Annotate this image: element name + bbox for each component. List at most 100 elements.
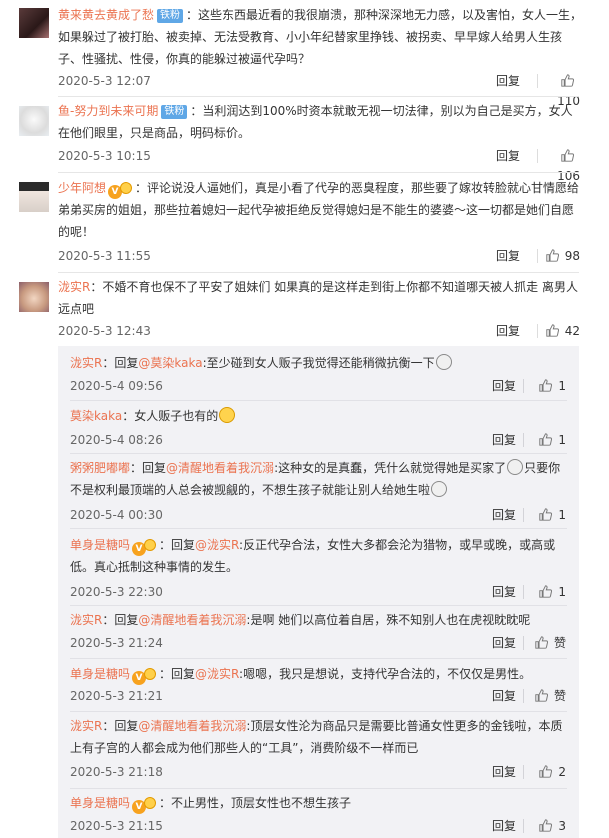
- reply-meta: 2020-5-3 21:15 回复 3: [70, 816, 566, 836]
- username-link[interactable]: 鱼-努力到未来可期: [58, 104, 158, 118]
- reply-meta: 2020-5-4 08:26 回复 1: [70, 430, 566, 450]
- avatar[interactable]: [19, 282, 49, 312]
- like-button[interactable]: 2: [528, 762, 566, 782]
- divider: [523, 636, 524, 650]
- reply-button[interactable]: 回复: [492, 582, 516, 602]
- mention-link[interactable]: @莫染kaka: [138, 356, 202, 370]
- timestamp: 2020-5-3 21:18: [70, 765, 163, 779]
- like-count: 1: [558, 379, 566, 393]
- like-button[interactable]: 1: [528, 505, 566, 525]
- comment-body: 不婚不育也保不了平安了姐妹们 如果真的是这样走到街上你都不知道哪天被人抓走 离男…: [58, 280, 578, 316]
- avatar[interactable]: [19, 182, 49, 212]
- username-link[interactable]: 泷实R: [70, 719, 102, 733]
- thumbs-up-icon: [539, 379, 553, 392]
- divider: [70, 605, 567, 606]
- like-button[interactable]: 1: [528, 430, 566, 450]
- reply-button[interactable]: 回复: [492, 505, 516, 525]
- like-button[interactable]: 42: [540, 321, 580, 341]
- reply-text: 泷实R：回复@莫染kaka:至少碰到女人贩子我觉得还能稍微抗衡一下: [70, 352, 565, 374]
- like-button[interactable]: 3: [528, 816, 566, 836]
- scream-emoji-icon: [507, 459, 524, 475]
- reply-button[interactable]: 回复: [492, 430, 516, 450]
- divider: [523, 765, 524, 779]
- reply-meta: 2020-5-3 21:21 回复 赞: [70, 686, 566, 706]
- username-link[interactable]: 泷实R: [70, 356, 102, 370]
- comment-meta: 2020-5-3 11:55 回复 98: [58, 246, 580, 266]
- reply-body: 至少碰到女人贩子我觉得还能稍微抗衡一下: [206, 356, 435, 370]
- scream-emoji-icon: [435, 354, 452, 370]
- reply-body: 不止男性，顶层女性也不想生孩子: [171, 796, 352, 810]
- reply-prefix: 回复: [171, 667, 196, 681]
- reply-button[interactable]: 回复: [492, 686, 516, 706]
- username-link[interactable]: 少年阿想: [58, 181, 106, 195]
- comment-text: 泷实R：不婚不育也保不了平安了姐妹们 如果真的是这样走到街上你都不知道哪天被人抓…: [58, 280, 578, 316]
- like-button[interactable]: 98: [540, 246, 580, 266]
- emoji-icon: [144, 539, 157, 551]
- reply-button[interactable]: 回复: [492, 762, 516, 782]
- thumbs-up-icon: [546, 324, 559, 337]
- reply-meta: 2020-5-3 21:24 回复 赞: [70, 633, 566, 653]
- reply-button[interactable]: 回复: [492, 633, 516, 653]
- comment-text: 鱼-努力到未来可期 铁粉 ：当利润达到100%时资本就敢无视一切法律，别以为自己是买…: [58, 104, 573, 140]
- divider: [523, 585, 524, 599]
- username-link[interactable]: 单身是糖吗: [70, 538, 130, 552]
- comment-meta: 2020-5-3 12:07 回复 110: [58, 71, 580, 108]
- reply-thread: 泷实R：回复@莫染kaka:至少碰到女人贩子我觉得还能稍微抗衡一下 2020-5…: [58, 346, 579, 838]
- divider: [70, 453, 567, 454]
- reply-prefix: 回复: [171, 538, 196, 552]
- reply-body: 嗯嗯，我只是想说，支持代孕合法的，不仅仅是男性。: [243, 667, 532, 681]
- reply-button[interactable]: 回复: [492, 376, 516, 396]
- mention-link[interactable]: @清醒地看着我沉溺: [138, 613, 246, 627]
- comment-meta: 2020-5-3 12:43 回复 42: [58, 321, 580, 341]
- thumbs-up-icon: [539, 433, 553, 446]
- thumbs-up-icon: [561, 74, 574, 87]
- avatar[interactable]: [19, 8, 49, 38]
- divider: [58, 272, 579, 273]
- divider: [537, 74, 538, 88]
- thumbs-up-icon: [535, 689, 548, 702]
- username-link[interactable]: 单身是糖吗: [70, 667, 130, 681]
- reply-button[interactable]: 回复: [496, 71, 520, 91]
- reply-prefix: 回复: [114, 719, 139, 733]
- fan-badge[interactable]: 铁粉: [161, 105, 188, 119]
- divider: [523, 508, 524, 522]
- like-button[interactable]: 1: [528, 582, 566, 602]
- like-button[interactable]: 赞: [528, 686, 566, 706]
- like-label: 赞: [553, 636, 566, 650]
- mention-link[interactable]: @泷实R: [195, 667, 239, 681]
- divider: [58, 172, 579, 173]
- divider: [537, 249, 538, 263]
- divider: [70, 658, 567, 659]
- reply-button[interactable]: 回复: [496, 146, 520, 166]
- mention-link[interactable]: @清醒地看着我沉溺: [138, 719, 246, 733]
- reply-prefix: 回复: [114, 356, 139, 370]
- emoji-icon: [144, 668, 157, 680]
- username-link[interactable]: 泷实R: [70, 613, 102, 627]
- fan-badge[interactable]: 铁粉: [157, 9, 184, 23]
- like-button[interactable]: 赞: [528, 633, 566, 653]
- mention-link[interactable]: @清醒地看着我沉溺: [166, 461, 274, 475]
- reply-text: 粥粥肥嘟嘟：回复@清醒地看着我沉溺:这种女的是真蠢，凭什么就觉得她是买家了 只要你…: [70, 459, 561, 497]
- timestamp: 2020-5-3 12:43: [58, 324, 151, 338]
- reply-button[interactable]: 回复: [492, 816, 516, 836]
- username-link[interactable]: 粥粥肥嘟嘟: [70, 461, 130, 475]
- thumbs-up-icon: [539, 819, 553, 832]
- like-count: 1: [558, 508, 566, 522]
- reply-button[interactable]: 回复: [496, 246, 520, 266]
- divider: [70, 528, 567, 529]
- username-link[interactable]: 黄来黄去黄成了愁: [58, 8, 154, 22]
- reply-meta: 2020-5-3 21:18 回复 2: [70, 762, 566, 782]
- thumbs-up-icon: [539, 508, 553, 521]
- reply-button[interactable]: 回复: [496, 321, 520, 341]
- like-count: 1: [558, 585, 566, 599]
- comment-meta: 2020-5-3 10:15 回复 106: [58, 146, 580, 183]
- username-link[interactable]: 单身是糖吗: [70, 796, 130, 810]
- mention-link[interactable]: @泷实R: [195, 538, 239, 552]
- username-link[interactable]: 莫染kaka: [70, 409, 122, 423]
- timestamp: 2020-5-3 21:24: [70, 636, 163, 650]
- like-button[interactable]: 1: [528, 376, 566, 396]
- username-link[interactable]: 泷实R: [58, 280, 90, 294]
- timestamp: 2020-5-4 09:56: [70, 379, 163, 393]
- avatar[interactable]: [19, 106, 49, 136]
- divider: [523, 379, 524, 393]
